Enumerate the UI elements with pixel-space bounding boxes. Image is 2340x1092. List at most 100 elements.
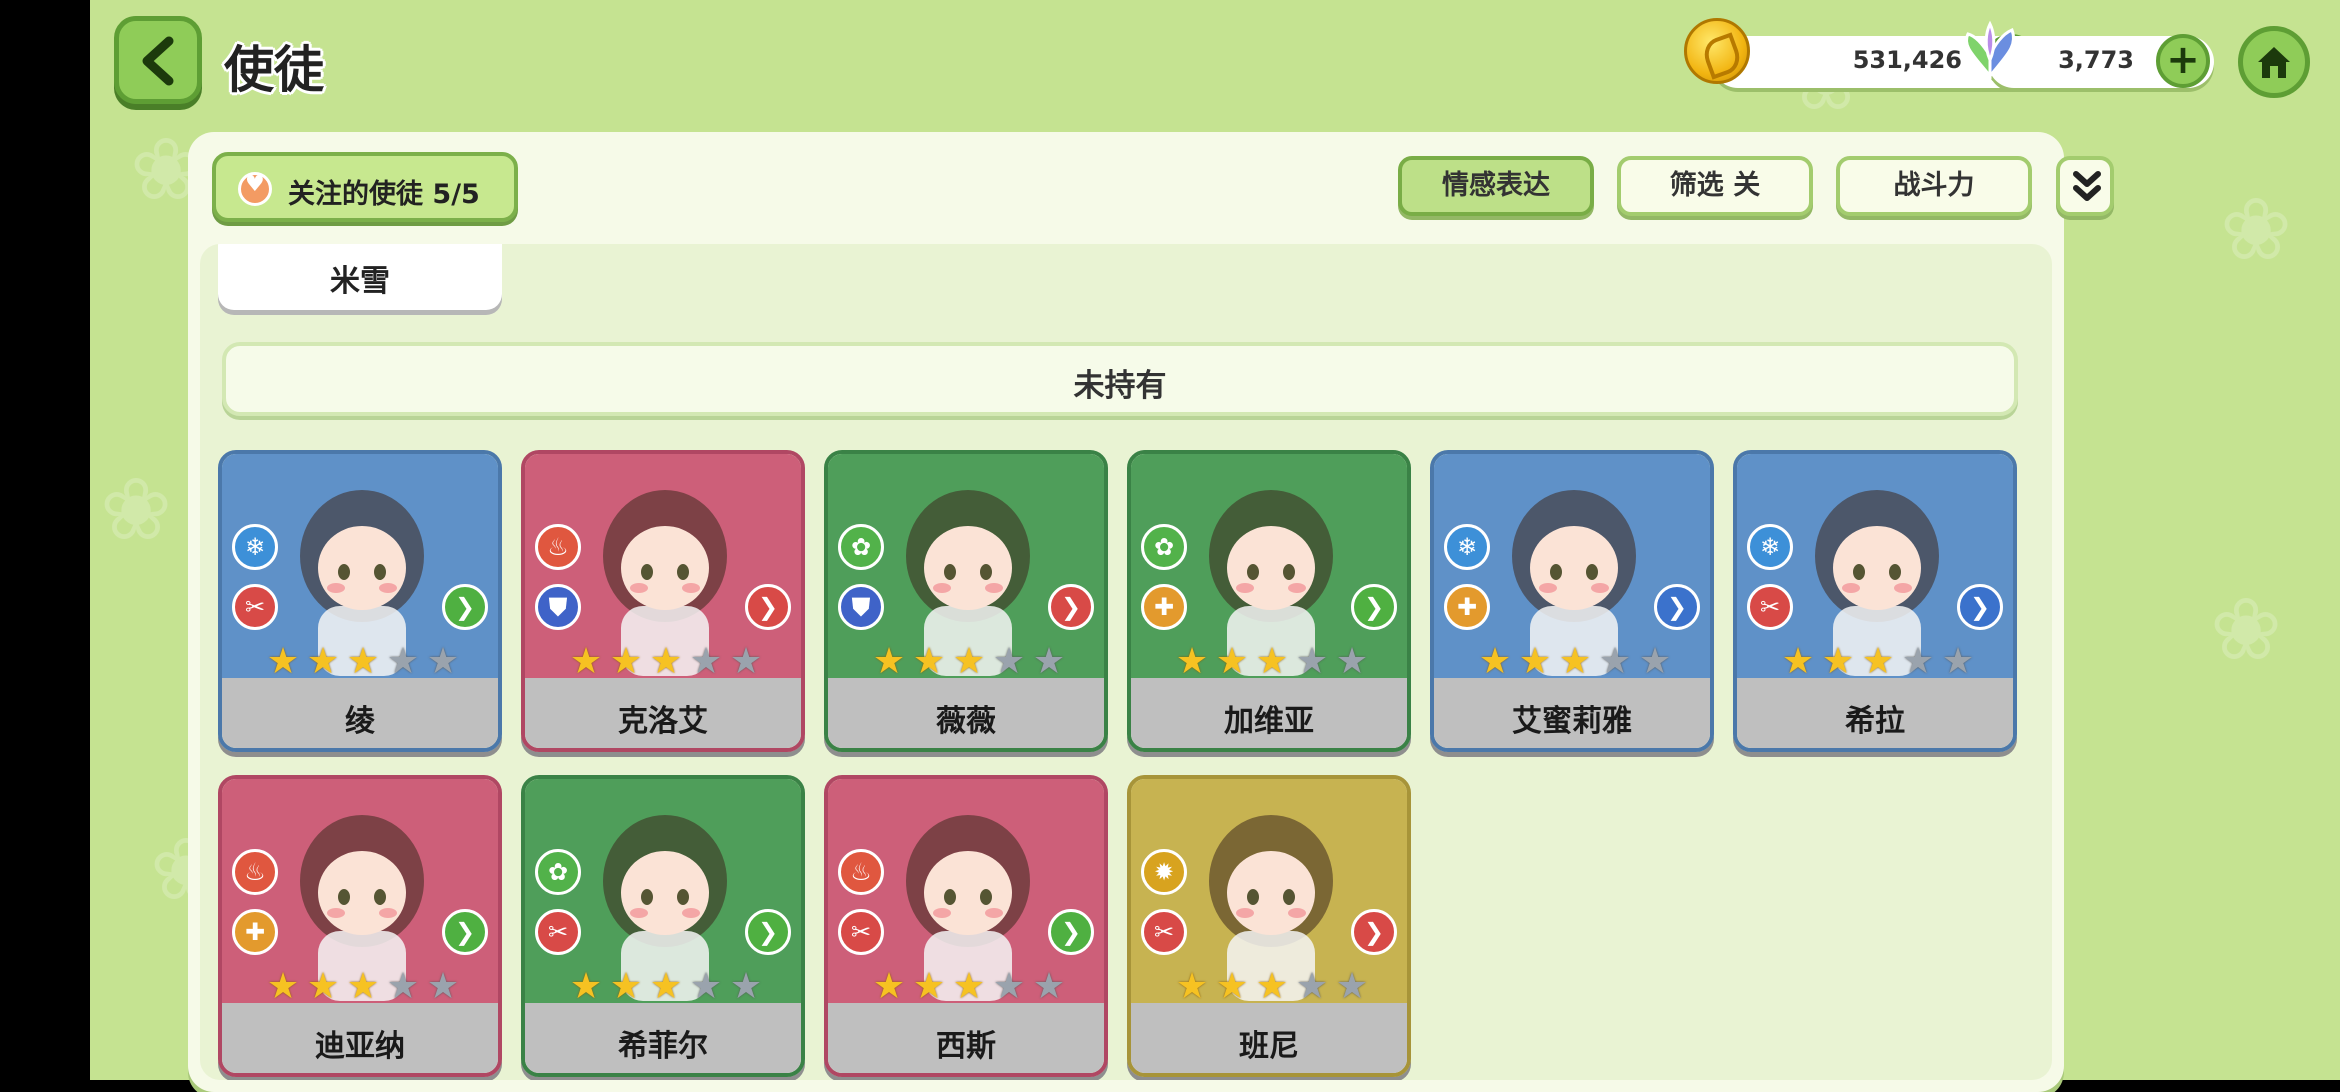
background-pattern: ❀ bbox=[100, 460, 173, 560]
back-button[interactable] bbox=[114, 16, 202, 104]
character-card[interactable]: ❄ ✚ ❯ ★ ★ ★ ★ ★ 艾蜜莉雅 bbox=[1430, 450, 1714, 752]
character-portrait: ❄ ✂ ❯ ★ ★ ★ ★ ★ bbox=[222, 454, 498, 680]
position-arrow-icon: ❯ bbox=[1351, 909, 1397, 955]
character-portrait: ❄ ✂ ❯ ★ ★ ★ ★ ★ bbox=[1737, 454, 2013, 680]
star-rating: ★ ★ ★ ★ ★ bbox=[264, 969, 464, 1005]
role-icon: ✂ bbox=[232, 584, 278, 630]
star-icon: ★ bbox=[1255, 641, 1289, 682]
followed-characters-button[interactable]: 关注的使徒 5/5 bbox=[212, 152, 518, 222]
add-gems-button[interactable]: + bbox=[2156, 34, 2210, 88]
star-rating: ★ ★ ★ ★ ★ bbox=[1173, 969, 1373, 1005]
character-portrait: ✿ ✂ ❯ ★ ★ ★ ★ ★ bbox=[525, 779, 801, 1005]
character-list[interactable]: 米雪 未持有 ❄ ✂ ❯ ★ ★ ★ ★ ★ 绫 ♨ ⛊ ❯ ★ ★ ★ ★ ★ 克洛艾 ✿ ⛊ ❯ ★ ★ ★ ★ ★ 薇薇 ✿ ✚ ❯… bbox=[200, 244, 2052, 1080]
coin-icon bbox=[1684, 18, 1750, 84]
position-arrow-icon: ❯ bbox=[1957, 584, 2003, 630]
star-icon: ★ bbox=[912, 641, 946, 682]
star-rating: ★ ★ ★ ★ ★ bbox=[1779, 644, 1979, 680]
role-icon: ⛊ bbox=[838, 584, 884, 630]
power-sort-button[interactable]: 战斗力 bbox=[1836, 156, 2032, 216]
star-icon: ★ bbox=[426, 641, 460, 682]
filter-button[interactable]: 筛选 关 bbox=[1617, 156, 1813, 216]
followed-count: 5/5 bbox=[432, 179, 480, 210]
position-arrow-icon: ❯ bbox=[1351, 584, 1397, 630]
position-arrow-icon: ❯ bbox=[1654, 584, 1700, 630]
character-card[interactable]: ♨ ⛊ ❯ ★ ★ ★ ★ ★ 克洛艾 bbox=[521, 450, 805, 752]
character-nameplate: 西斯 bbox=[828, 1003, 1104, 1073]
character-card[interactable]: ♨ ✂ ❯ ★ ★ ★ ★ ★ 西斯 bbox=[824, 775, 1108, 1077]
star-icon: ★ bbox=[992, 641, 1026, 682]
role-icon: ✚ bbox=[1141, 584, 1187, 630]
character-portrait: ✹ ✂ ❯ ★ ★ ★ ★ ★ bbox=[1131, 779, 1407, 1005]
sun-element-icon: ✹ bbox=[1141, 849, 1187, 895]
star-icon: ★ bbox=[609, 966, 643, 1007]
star-rating: ★ ★ ★ ★ ★ bbox=[1476, 644, 1676, 680]
character-nameplate: 薇薇 bbox=[828, 678, 1104, 748]
character-portrait: ✿ ⛊ ❯ ★ ★ ★ ★ ★ bbox=[828, 454, 1104, 680]
section-header-not-owned: 未持有 bbox=[222, 342, 2018, 416]
star-icon: ★ bbox=[1295, 641, 1329, 682]
back-arrow-icon bbox=[142, 36, 174, 86]
emotion-button[interactable]: 情感表达 bbox=[1398, 156, 1594, 216]
character-name: 艾蜜莉雅 bbox=[1512, 704, 1632, 739]
character-name: 薇薇 bbox=[936, 704, 996, 739]
character-card[interactable]: ✿ ✚ ❯ ★ ★ ★ ★ ★ 加维亚 bbox=[1127, 450, 1411, 752]
star-icon: ★ bbox=[912, 966, 946, 1007]
background-pattern: ❀ bbox=[2220, 180, 2293, 280]
character-nameplate: 班尼 bbox=[1131, 1003, 1407, 1073]
role-icon: ✂ bbox=[535, 909, 581, 955]
star-icon: ★ bbox=[1901, 641, 1935, 682]
character-card[interactable]: ✿ ⛊ ❯ ★ ★ ★ ★ ★ 薇薇 bbox=[824, 450, 1108, 752]
star-icon: ★ bbox=[952, 641, 986, 682]
star-icon: ★ bbox=[729, 966, 763, 1007]
page-title: 使徒 bbox=[224, 41, 324, 99]
character-card-partial[interactable]: 米雪 bbox=[218, 244, 502, 310]
star-icon: ★ bbox=[1781, 641, 1815, 682]
star-icon: ★ bbox=[346, 641, 380, 682]
role-icon: ✂ bbox=[1141, 909, 1187, 955]
star-rating: ★ ★ ★ ★ ★ bbox=[264, 644, 464, 680]
position-arrow-icon: ❯ bbox=[442, 909, 488, 955]
star-icon: ★ bbox=[1638, 641, 1672, 682]
star-icon: ★ bbox=[1032, 966, 1066, 1007]
character-card[interactable]: ✿ ✂ ❯ ★ ★ ★ ★ ★ 希菲尔 bbox=[521, 775, 805, 1077]
star-icon: ★ bbox=[649, 966, 683, 1007]
character-portrait: ♨ ✂ ❯ ★ ★ ★ ★ ★ bbox=[828, 779, 1104, 1005]
star-icon: ★ bbox=[1861, 641, 1895, 682]
character-card[interactable]: ❄ ✂ ❯ ★ ★ ★ ★ ★ 绫 bbox=[218, 450, 502, 752]
star-icon: ★ bbox=[569, 966, 603, 1007]
ice-element-icon: ❄ bbox=[1747, 524, 1793, 570]
star-icon: ★ bbox=[1941, 641, 1975, 682]
star-icon: ★ bbox=[1255, 966, 1289, 1007]
character-name: 班尼 bbox=[1239, 1029, 1299, 1064]
star-icon: ★ bbox=[872, 966, 906, 1007]
gem-icon bbox=[1965, 20, 2015, 81]
character-card[interactable]: ❄ ✂ ❯ ★ ★ ★ ★ ★ 希拉 bbox=[1733, 450, 2017, 752]
character-nameplate: 希拉 bbox=[1737, 678, 2013, 748]
role-icon: ✂ bbox=[1747, 584, 1793, 630]
character-nameplate: 艾蜜莉雅 bbox=[1434, 678, 1710, 748]
star-icon: ★ bbox=[1175, 641, 1209, 682]
star-icon: ★ bbox=[569, 641, 603, 682]
character-nameplate: 希菲尔 bbox=[525, 1003, 801, 1073]
leaf-element-icon: ✿ bbox=[838, 524, 884, 570]
home-button[interactable] bbox=[2238, 26, 2310, 98]
star-icon: ★ bbox=[1032, 641, 1066, 682]
character-name: 绫 bbox=[345, 704, 375, 739]
role-icon: ✚ bbox=[232, 909, 278, 955]
ice-element-icon: ❄ bbox=[232, 524, 278, 570]
character-portrait: ♨ ✚ ❯ ★ ★ ★ ★ ★ bbox=[222, 779, 498, 1005]
role-icon: ✂ bbox=[838, 909, 884, 955]
star-icon: ★ bbox=[1335, 641, 1369, 682]
star-icon: ★ bbox=[689, 966, 723, 1007]
star-rating: ★ ★ ★ ★ ★ bbox=[870, 644, 1070, 680]
position-arrow-icon: ❯ bbox=[1048, 584, 1094, 630]
star-icon: ★ bbox=[1558, 641, 1592, 682]
character-card[interactable]: ♨ ✚ ❯ ★ ★ ★ ★ ★ 迪亚纳 bbox=[218, 775, 502, 1077]
star-icon: ★ bbox=[386, 641, 420, 682]
character-card[interactable]: ✹ ✂ ❯ ★ ★ ★ ★ ★ 班尼 bbox=[1127, 775, 1411, 1077]
expand-button[interactable] bbox=[2056, 156, 2114, 216]
leaf-element-icon: ✿ bbox=[535, 849, 581, 895]
section-title: 未持有 bbox=[1073, 368, 1167, 404]
position-arrow-icon: ❯ bbox=[745, 584, 791, 630]
double-chevron-down-icon bbox=[2073, 171, 2101, 201]
